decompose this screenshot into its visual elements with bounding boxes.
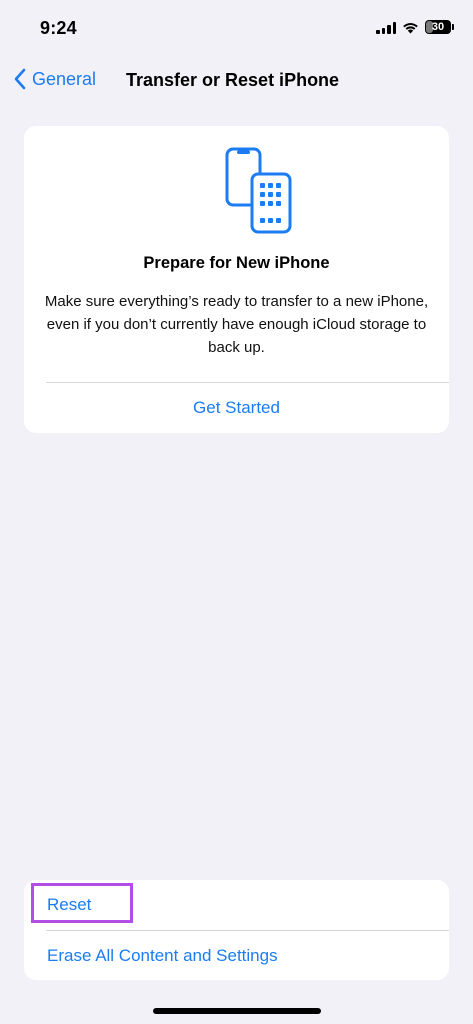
reset-label: Reset xyxy=(47,895,92,914)
back-button-label: General xyxy=(32,68,97,89)
wifi-icon xyxy=(403,22,418,33)
erase-all-label: Erase All Content and Settings xyxy=(47,946,278,965)
transfer-phones-icon xyxy=(225,147,292,234)
page-title: Transfer or Reset iPhone xyxy=(126,70,340,90)
home-indicator[interactable] xyxy=(153,1008,321,1014)
prepare-card: Prepare for New iPhone Make sure everyth… xyxy=(24,126,449,433)
prepare-description: Make sure everything’s ready to transfer… xyxy=(44,293,429,356)
status-indicators: 30 xyxy=(376,20,454,34)
chevron-left-icon xyxy=(14,68,26,90)
erase-all-button[interactable]: Erase All Content and Settings xyxy=(24,931,449,980)
prepare-title: Prepare for New iPhone xyxy=(143,254,330,272)
status-time: 9:24 xyxy=(40,18,77,38)
reset-button[interactable]: Reset xyxy=(24,880,449,930)
signal-bars-icon xyxy=(376,21,396,34)
battery-level: 30 xyxy=(431,21,445,33)
back-button[interactable]: General xyxy=(14,68,96,90)
navigation-bar: General Transfer or Reset iPhone xyxy=(0,58,473,102)
battery-icon: 30 xyxy=(425,20,454,34)
status-bar: 9:24 30 xyxy=(0,0,473,58)
reset-list: Reset Erase All Content and Settings xyxy=(24,880,449,980)
get-started-button[interactable]: Get Started xyxy=(24,383,449,433)
